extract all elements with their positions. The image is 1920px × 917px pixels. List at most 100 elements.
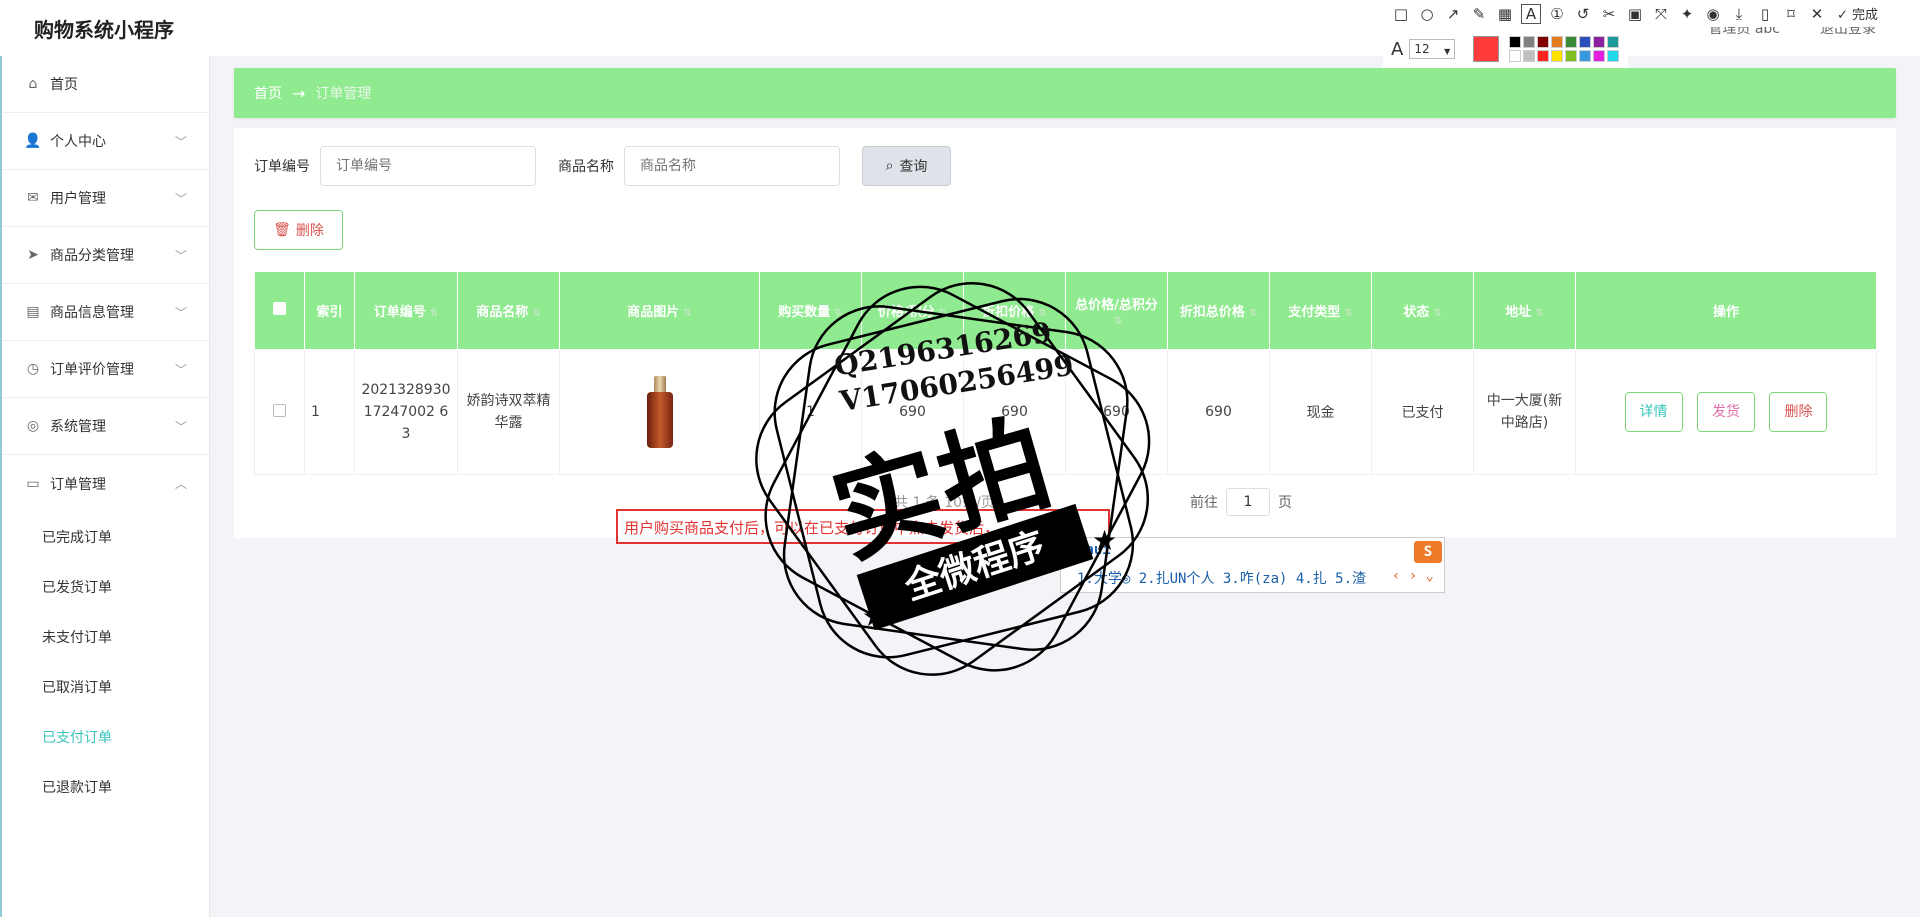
close-icon[interactable]: ✕ [1807,5,1827,23]
col-header[interactable]: 总价格/总积分⇅ [1065,271,1168,350]
page-input[interactable]: 1 [1226,488,1270,516]
col-header[interactable]: 地址 ⇅ [1473,271,1576,350]
font-size-icon: A [1391,38,1404,60]
color-swatch[interactable] [1523,50,1536,62]
sidebar-item-reviews[interactable]: ◷ 订单评价管理 ﹀ [2,341,209,398]
number-tool-icon[interactable]: ① [1547,5,1567,23]
submenu-refunded-orders[interactable]: 已退款订单 [2,762,209,812]
sidebar-item-home[interactable]: ⌂ 首页 [2,56,209,113]
arrow-tool-icon[interactable]: ↗ [1443,5,1463,23]
undo-icon[interactable]: ↺ [1573,5,1593,23]
breadcrumb-current: 订单管理 [315,86,372,102]
color-swatch[interactable] [1537,50,1550,62]
submenu-shipped-orders[interactable]: 已发货订单 [2,562,209,612]
sidebar-item-products[interactable]: ▤ 商品信息管理 ﹀ [2,284,209,341]
color-swatch[interactable] [1579,36,1592,48]
chevron-down-icon: ﹀ [174,363,187,377]
color-swatch[interactable] [1565,36,1578,48]
product-name-input[interactable] [624,146,840,186]
text-tool-icon[interactable]: A [1521,3,1541,24]
chevron-up-icon: ︿ [174,477,187,491]
col-header[interactable]: 状态 ⇅ [1371,271,1474,350]
col-header[interactable]: 购买数量 ⇅ [759,271,862,350]
bulk-delete-button[interactable]: 🗑 删除 [254,210,343,250]
row-checkbox[interactable] [273,403,286,417]
row-select[interactable] [254,349,305,475]
ellipse-tool-icon[interactable]: ○ [1417,5,1437,23]
sort-icon: ⇅ [1433,308,1442,319]
sidebar-item-profile[interactable]: 👤 个人中心 ﹀ [2,113,209,170]
color-swatch[interactable] [1537,36,1550,48]
col-header[interactable]: 支付类型 ⇅ [1269,271,1372,350]
color-swatch[interactable] [1593,36,1606,48]
cell-discount-price: 690 [963,349,1066,475]
col-header[interactable]: 商品图片 ⇅ [559,271,760,350]
user-icon: 👤 [24,133,42,149]
order-no-input[interactable] [320,146,536,186]
color-swatch[interactable] [1593,50,1606,62]
color-swatch[interactable] [1565,50,1578,62]
ime-logo-icon: S [1414,541,1442,563]
ship-button[interactable]: 发货 [1697,392,1755,432]
color-palette [1509,36,1620,62]
color-swatch[interactable] [1607,50,1620,62]
col-header[interactable]: 商品名称 ⇅ [457,271,560,350]
color-swatch[interactable] [1551,50,1564,62]
col-header[interactable]: 折扣价格 ⇅ [963,271,1066,350]
color-swatch[interactable] [1551,36,1564,48]
scissors-icon[interactable]: ✂ [1599,5,1619,23]
download-icon[interactable]: ⤓ [1729,5,1749,23]
col-header[interactable]: 价格/积分 ⇅ [861,271,964,350]
done-button[interactable]: ✓ 完成 [1837,4,1878,23]
annotation-textbox[interactable]: 用户购买商品支付后，可以在已支付订单中点击发货后， [616,509,1110,544]
col-header[interactable]: 折扣总价格 ⇅ [1167,271,1270,350]
mosaic-tool-icon[interactable]: ▦ [1495,5,1515,23]
ime-page-nav-icon[interactable]: ‹ › ⌄ [1392,568,1434,584]
sidebar-item-label: 商品分类管理 [50,248,134,264]
sidebar-item-categories[interactable]: ➤ 商品分类管理 ﹀ [2,227,209,284]
ocr-icon[interactable]: ▣ [1625,5,1645,23]
breadcrumb-home[interactable]: 首页 [254,83,282,103]
sidebar-item-label: 商品信息管理 [50,305,134,321]
pin-icon[interactable]: ✦ [1677,5,1697,23]
rectangle-tool-icon[interactable]: □ [1391,5,1411,23]
sidebar-item-system[interactable]: ◎ 系统管理 ﹀ [2,398,209,455]
sidebar-item-label: 订单管理 [50,476,106,493]
submenu-completed-orders[interactable]: 已完成订单 [2,512,209,562]
sidebar-item-orders[interactable]: ▭ 订单管理 ︿ [2,455,209,512]
current-color-swatch[interactable] [1473,36,1500,62]
chevron-down-icon: ﹀ [174,192,187,206]
snip-properties: A 12 [1383,30,1628,68]
translate-icon[interactable]: ⤧ [1651,5,1671,23]
detail-button[interactable]: 详情 [1624,392,1683,432]
select-all-checkbox[interactable] [273,302,286,315]
color-swatch[interactable] [1523,36,1536,48]
query-button[interactable]: ⌕ 查询 [862,146,951,186]
bulk-delete-label: 删除 [295,223,324,239]
color-swatch[interactable] [1607,36,1620,48]
bookmark-icon[interactable]: ⌑ [1781,5,1801,23]
goto-label: 前往 [1190,495,1218,511]
sidebar-item-users[interactable]: ✉ 用户管理 ﹀ [2,170,209,227]
chevron-down-icon: ﹀ [174,306,187,320]
color-swatch[interactable] [1579,50,1592,62]
pen-tool-icon[interactable]: ✎ [1469,5,1489,23]
color-swatch[interactable] [1509,36,1522,48]
phone-icon[interactable]: ▯ [1755,5,1775,23]
cell-quantity: 1 [759,349,862,475]
orders-table: 索引 订单编号 ⇅ 商品名称 ⇅ 商品图片 ⇅ 购买数量 ⇅ 价格/积分 ⇅ 折扣价格 ⇅ … [254,271,1877,475]
ime-candidates[interactable]: 1.大学◎ 2.扎UN个人 3.咋(za) 4.扎 5.渣 [1077,568,1366,588]
chevron-down-icon: ﹀ [174,420,187,434]
breadcrumb: 首页 → 订单管理 [234,68,1896,118]
ime-candidate-bar: daui 1.大学◎ 2.扎UN个人 3.咋(za) 4.扎 5.渣 S ‹ ›… [1060,537,1445,593]
delete-button[interactable]: 删除 [1769,392,1828,432]
cell-index: 1 [304,349,355,475]
font-size-select[interactable]: 12 [1409,39,1456,61]
col-header[interactable]: 订单编号 ⇅ [354,271,458,350]
record-icon[interactable]: ◉ [1703,5,1723,23]
submenu-unpaid-orders[interactable]: 未支付订单 [2,612,209,662]
submenu-cancelled-orders[interactable]: 已取消订单 [2,662,209,712]
select-all-header[interactable] [254,271,305,350]
color-swatch[interactable] [1509,50,1522,62]
submenu-paid-orders[interactable]: 已支付订单 [2,712,209,762]
